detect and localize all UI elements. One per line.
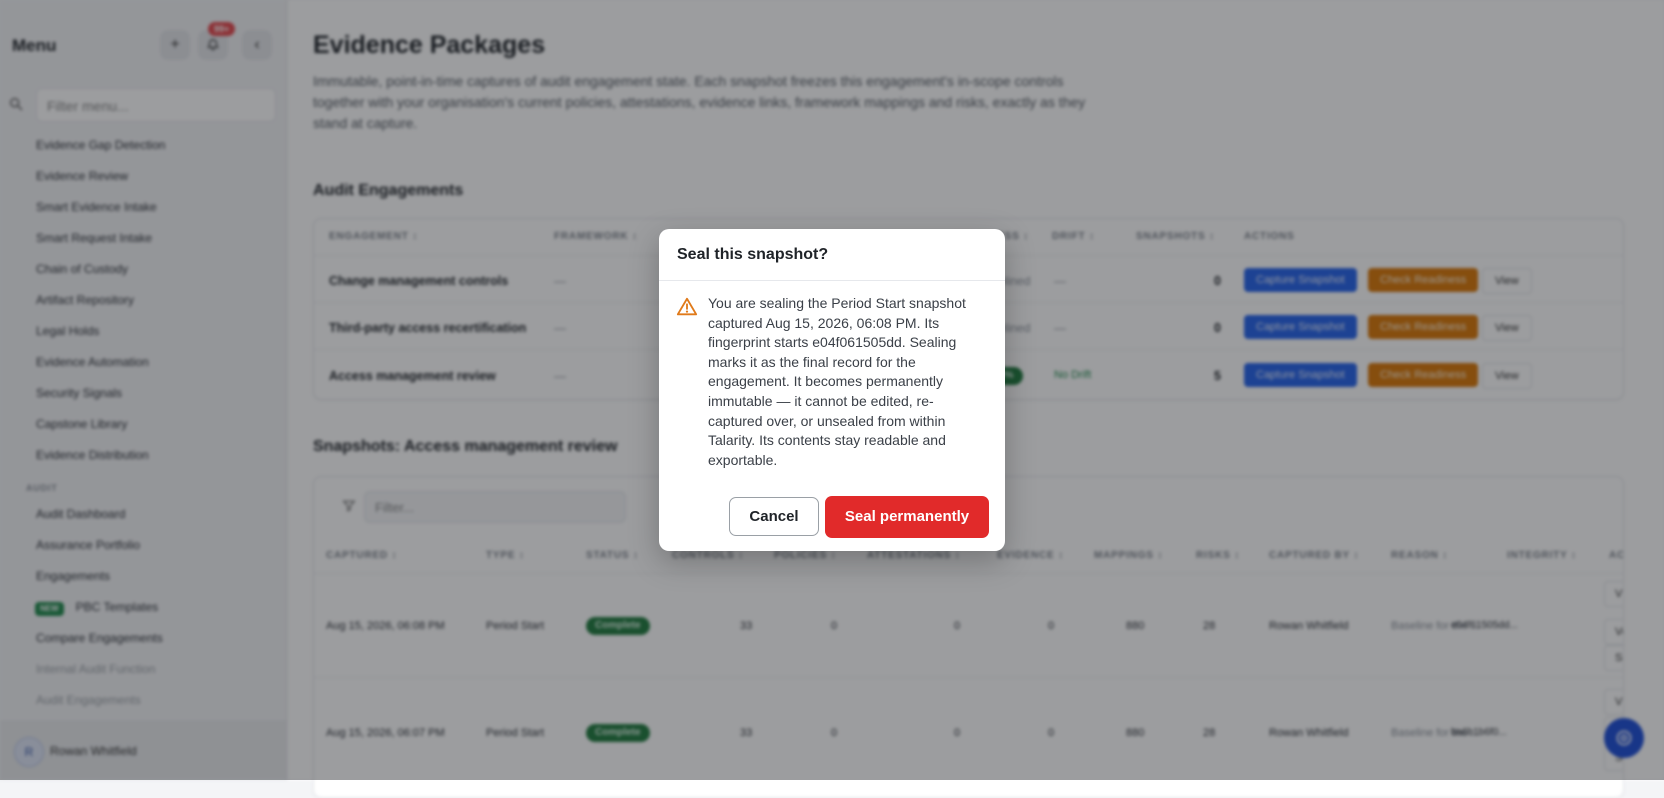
cancel-button[interactable]: Cancel <box>729 497 819 536</box>
dialog-message: You are sealing the Period Start snapsho… <box>708 295 966 468</box>
seal-snapshot-dialog: Seal this snapshot? You are sealing the … <box>659 229 1005 551</box>
dialog-title: Seal this snapshot? <box>677 246 829 263</box>
warning-triangle-icon <box>676 296 698 318</box>
divider <box>659 280 1005 281</box>
seal-permanently-button[interactable]: Seal permanently <box>825 496 989 538</box>
